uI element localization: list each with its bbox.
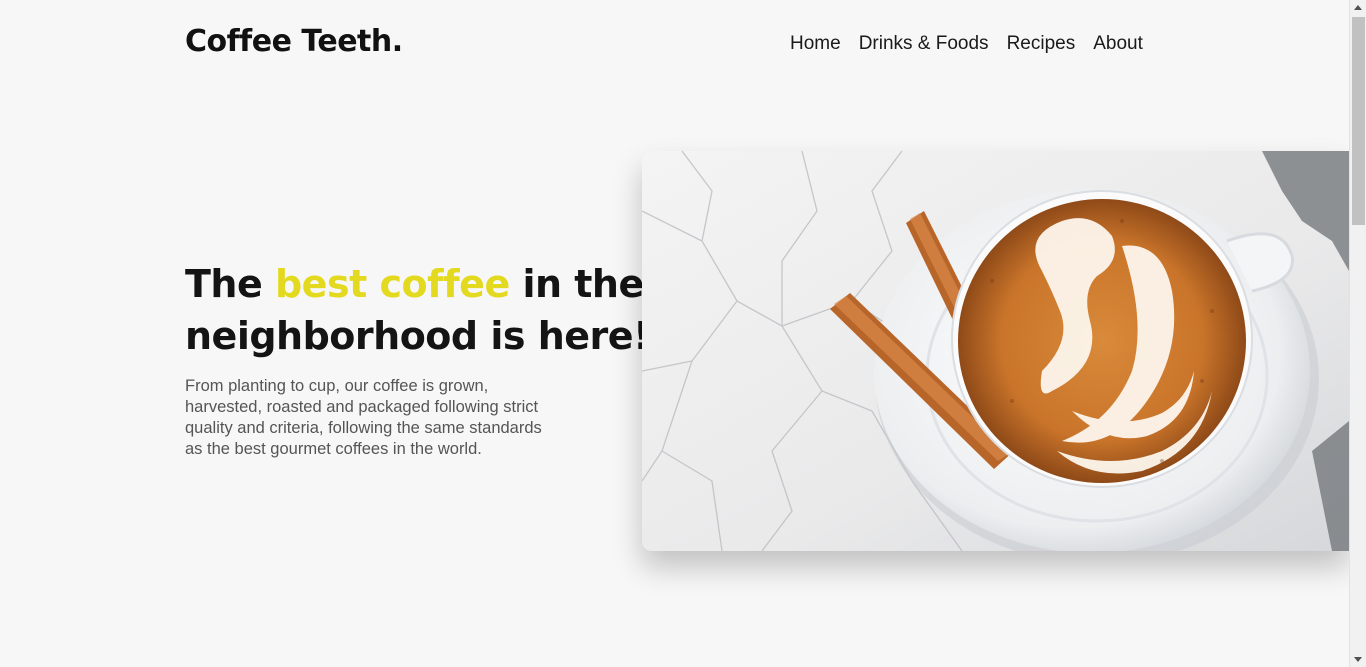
- scroll-down-icon[interactable]: [1354, 657, 1362, 662]
- hero-title-start: The: [185, 262, 275, 306]
- hero-coffee-image: [642, 151, 1349, 551]
- site-logo[interactable]: Coffee Teeth.: [185, 24, 403, 59]
- page-scrollbar[interactable]: [1349, 0, 1366, 667]
- nav-recipes[interactable]: Recipes: [1007, 33, 1076, 55]
- coffee-cup-illustration: [642, 151, 1349, 551]
- hero-title: The best coffee in the neighborhood is h…: [185, 258, 655, 362]
- hero-title-accent: best coffee: [274, 262, 510, 306]
- page: Coffee Teeth. Home Drinks & Foods Recipe…: [0, 0, 1366, 667]
- hero-description: From planting to cup, our coffee is grow…: [185, 377, 542, 458]
- main-nav: Home Drinks & Foods Recipes About: [790, 33, 1143, 55]
- scroll-up-icon[interactable]: [1354, 5, 1362, 10]
- nav-home[interactable]: Home: [790, 33, 841, 55]
- nav-drinks-foods[interactable]: Drinks & Foods: [859, 33, 989, 55]
- scrollbar-thumb[interactable]: [1352, 17, 1365, 225]
- nav-about[interactable]: About: [1093, 33, 1143, 55]
